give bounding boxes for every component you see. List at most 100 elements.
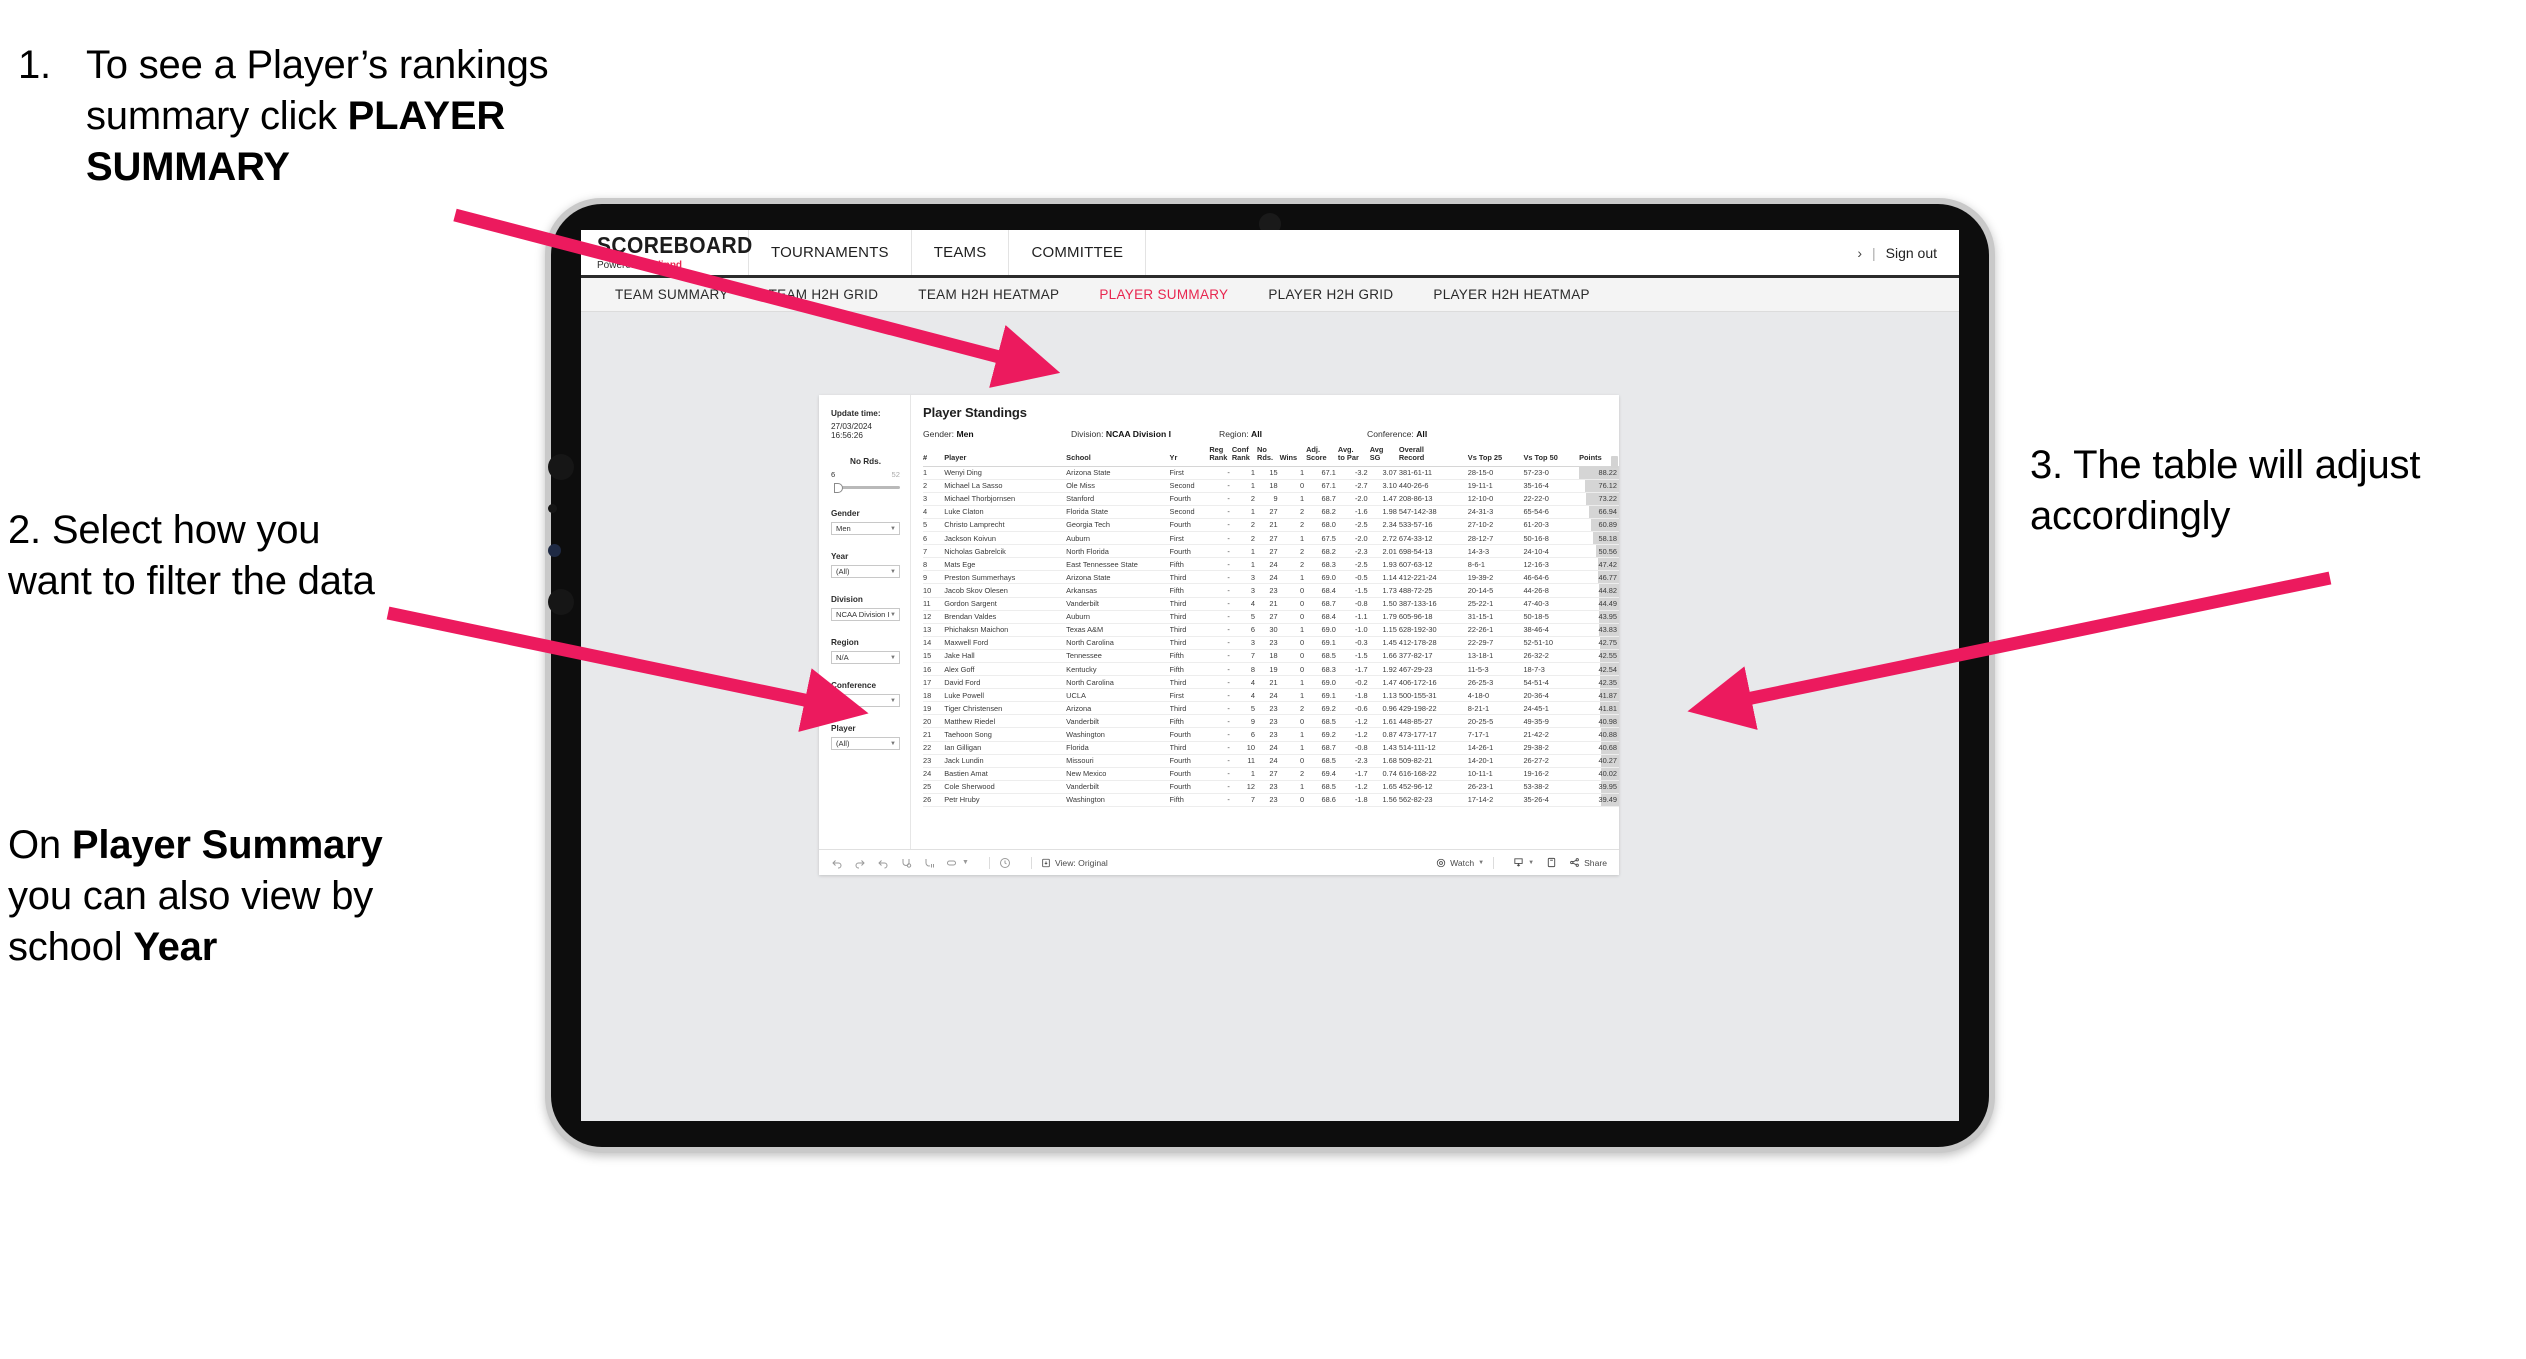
gender-select[interactable]: Men ▼	[831, 522, 900, 535]
cell-school: Vanderbilt	[1066, 597, 1170, 611]
table-row[interactable]: 3 Michael Thorbjornsen Stanford Fourth -2 9 1 6…	[923, 492, 1619, 506]
conference-select[interactable]: (All) ▼	[831, 694, 900, 707]
fullscreen-button[interactable]	[1546, 857, 1557, 868]
table-row[interactable]: 9 Preston Summerhays Arizona State Third -3 2…	[923, 570, 1619, 585]
clock-icon[interactable]	[999, 857, 1011, 869]
tab-team-h2h-heatmap[interactable]: TEAM H2H HEATMAP	[898, 287, 1079, 302]
table-row[interactable]: 26 Petr Hruby Washington Fifth -7 23 0 68.6 -1.8…	[923, 793, 1619, 808]
cell-vs-top-25: 27-10-2	[1467, 518, 1524, 533]
cell-wins: 1	[1279, 623, 1307, 637]
cell-wins: 0	[1279, 649, 1307, 663]
device-icon[interactable]	[946, 857, 958, 869]
table-row[interactable]: 23 Jack Lundin Missouri Fourth -11 24 0 68.5 -2.…	[923, 754, 1619, 768]
column-header-overall-record[interactable]: Overall Record	[1398, 446, 1468, 467]
points-value: 47.42	[1598, 559, 1618, 569]
vertical-scrollbar-thumb[interactable]	[1611, 456, 1618, 468]
points-value: 42.35	[1598, 677, 1618, 687]
table-row[interactable]: 7 Nicholas Gabrelcik North Florida Fourth -1…	[923, 544, 1619, 559]
table-row[interactable]: 6 Jackson Koivun Auburn First -2 27 1 67.5 -2.0 2…	[923, 531, 1619, 546]
share-button[interactable]: Share	[1569, 857, 1607, 868]
view-original-button[interactable]: View: Original	[1041, 858, 1108, 868]
cell-avg-sg: 1.92	[1369, 662, 1399, 677]
player-select[interactable]: (All) ▼	[831, 737, 900, 750]
column-header-avg-to-par[interactable]: Avg. to Par	[1337, 446, 1370, 467]
column-header-reg-rank[interactable]: Reg Rank	[1209, 446, 1232, 467]
column-header-wins[interactable]: Wins	[1279, 446, 1307, 467]
toolbar-right-group: Watch ▼ ▼ Share	[1426, 856, 1607, 869]
header-truncated-item[interactable]: ›	[1857, 245, 1862, 261]
table-row[interactable]: 21 Taehoon Song Washington Fourth -6 23 1 69.2-…	[923, 727, 1619, 742]
undo-icon[interactable]	[831, 857, 843, 869]
table-row[interactable]: 14 Maxwell Ford North Carolina Third -3 23 0 69…	[923, 636, 1619, 650]
column-header-vs-top-25[interactable]: Vs Top 25	[1467, 446, 1524, 467]
table-row[interactable]: 24 Bastien Amat New Mexico Fourth -1 27 2 69.4-…	[923, 767, 1619, 781]
cell-vs-top-50: 54-51-4	[1523, 675, 1580, 690]
region-select[interactable]: N/A ▼	[831, 651, 900, 664]
app-logo[interactable]: SCOREBOARD Powered by clippd	[581, 230, 752, 275]
no-rounds-label: No Rds.	[850, 457, 881, 466]
table-row[interactable]: 10 Jacob Skov Olesen Arkansas Fifth -3 23 0 68.…	[923, 583, 1619, 598]
cell-player: Luke Claton	[944, 505, 1067, 519]
pause-icon[interactable]	[923, 857, 935, 869]
table-row[interactable]: 11 Gordon Sargent Vanderbilt Third -4 21 0 68.7…	[923, 597, 1619, 611]
cell-yr: Fifth	[1169, 649, 1210, 663]
tab-player-summary[interactable]: PLAYER SUMMARY	[1079, 287, 1248, 302]
column-header-player[interactable]: Player	[944, 446, 1067, 467]
cell-points: 46.77	[1579, 570, 1619, 585]
tab-player-h2h-heatmap[interactable]: PLAYER H2H HEATMAP	[1413, 287, 1609, 302]
column-header-conf-rank[interactable]: Conf Rank	[1231, 446, 1258, 467]
column-header-no-rds[interactable]: No Rds.	[1257, 446, 1280, 467]
table-row[interactable]: 8 Mats Ege East Tennessee State Fifth -1 24 2 6…	[923, 557, 1619, 572]
tab-player-h2h-grid[interactable]: PLAYER H2H GRID	[1248, 287, 1413, 302]
sign-out-link[interactable]: Sign out	[1886, 245, 1937, 261]
cell-no-rds: 21	[1257, 675, 1280, 690]
table-row[interactable]: 13 Phichaksn Maichon Texas A&M Third -6 30 1 69…	[923, 623, 1619, 637]
column-header-avg-sg[interactable]: Avg SG	[1369, 446, 1399, 467]
no-rounds-slider[interactable]	[831, 482, 900, 493]
cell-wins: 0	[1279, 662, 1307, 677]
table-row[interactable]: 18 Luke Powell UCLA First -4 24 1 69.1 -1.8 1.13 5…	[923, 688, 1619, 703]
dropdown-icon[interactable]: ▼	[962, 859, 969, 866]
cell-reg-rank: -	[1209, 675, 1232, 690]
cell-overall-record: 488-72-25	[1398, 583, 1468, 598]
refresh-icon[interactable]	[900, 857, 912, 869]
tab-team-h2h-grid[interactable]: TEAM H2H GRID	[749, 287, 899, 302]
column-header-school[interactable]: School	[1066, 446, 1170, 467]
table-row[interactable]: 19 Tiger Christensen Arizona Third -5 23 2 69.2…	[923, 701, 1619, 716]
table-row[interactable]: 15 Jake Hall Tennessee Fifth -7 18 0 68.5 -1.5 1.…	[923, 649, 1619, 663]
column-header-[interactable]: #	[923, 446, 945, 467]
cell-no-rds: 19	[1257, 662, 1280, 677]
year-select[interactable]: (All) ▼	[831, 565, 900, 578]
cell-no-rds: 18	[1257, 479, 1280, 493]
division-select[interactable]: NCAA Division I ▼	[831, 608, 900, 621]
cell-reg-rank: -	[1209, 505, 1232, 519]
annotation-1-bold-player: PLAYER	[347, 94, 506, 139]
cell-yr: First	[1169, 531, 1210, 546]
column-header-vs-top-50[interactable]: Vs Top 50	[1523, 446, 1580, 467]
table-row[interactable]: 20 Matthew Riedel Vanderbilt Fifth -9 23 0 68.5…	[923, 714, 1619, 729]
dashboard-card: Update time: 27/03/2024 16:56:26 No Rds.…	[819, 395, 1619, 875]
cell-vs-top-25: 25-22-1	[1467, 597, 1524, 611]
cell-: 4	[923, 505, 945, 519]
table-row[interactable]: 2 Michael La Sasso Ole Miss Second -1 18 0 67.1…	[923, 479, 1619, 493]
table-row[interactable]: 25 Cole Sherwood Vanderbilt Fourth -12 23 1 68.…	[923, 780, 1619, 794]
column-header-adj-score[interactable]: Adj. Score	[1306, 446, 1338, 467]
table-row[interactable]: 22 Ian Gilligan Florida Third -10 24 1 68.7 -0.8…	[923, 741, 1619, 755]
slider-handle[interactable]	[834, 482, 843, 493]
annotation-1-bold-summary: SUMMARY	[86, 145, 290, 190]
table-row[interactable]: 4 Luke Claton Florida State Second -1 27 2 68.2…	[923, 505, 1619, 519]
table-row[interactable]: 17 David Ford North Carolina Third -4 21 1 69.0…	[923, 675, 1619, 690]
column-header-yr[interactable]: Yr	[1169, 446, 1210, 467]
table-row[interactable]: 5 Christo Lamprecht Georgia Tech Fourth -2 21…	[923, 518, 1619, 533]
top-nav-committee[interactable]: COMMITTEE	[1009, 230, 1147, 275]
tab-team-summary[interactable]: TEAM SUMMARY	[595, 287, 749, 302]
table-row[interactable]: 16 Alex Goff Kentucky Fifth -8 19 0 68.3 -1.7 1.9…	[923, 662, 1619, 677]
table-row[interactable]: 12 Brendan Valdes Auburn Third -5 27 0 68.4 -1.1…	[923, 610, 1619, 624]
watch-button[interactable]: Watch ▼	[1436, 858, 1484, 868]
download-button[interactable]: ▼	[1513, 857, 1534, 868]
revert-icon[interactable]	[877, 857, 889, 869]
redo-icon[interactable]	[854, 857, 866, 869]
table-row[interactable]: 1 Wenyi Ding Arizona State First -1 15 1 67.1 -3…	[923, 466, 1619, 480]
top-nav-tournaments[interactable]: TOURNAMENTS	[749, 230, 912, 275]
top-nav-teams[interactable]: TEAMS	[912, 230, 1010, 275]
